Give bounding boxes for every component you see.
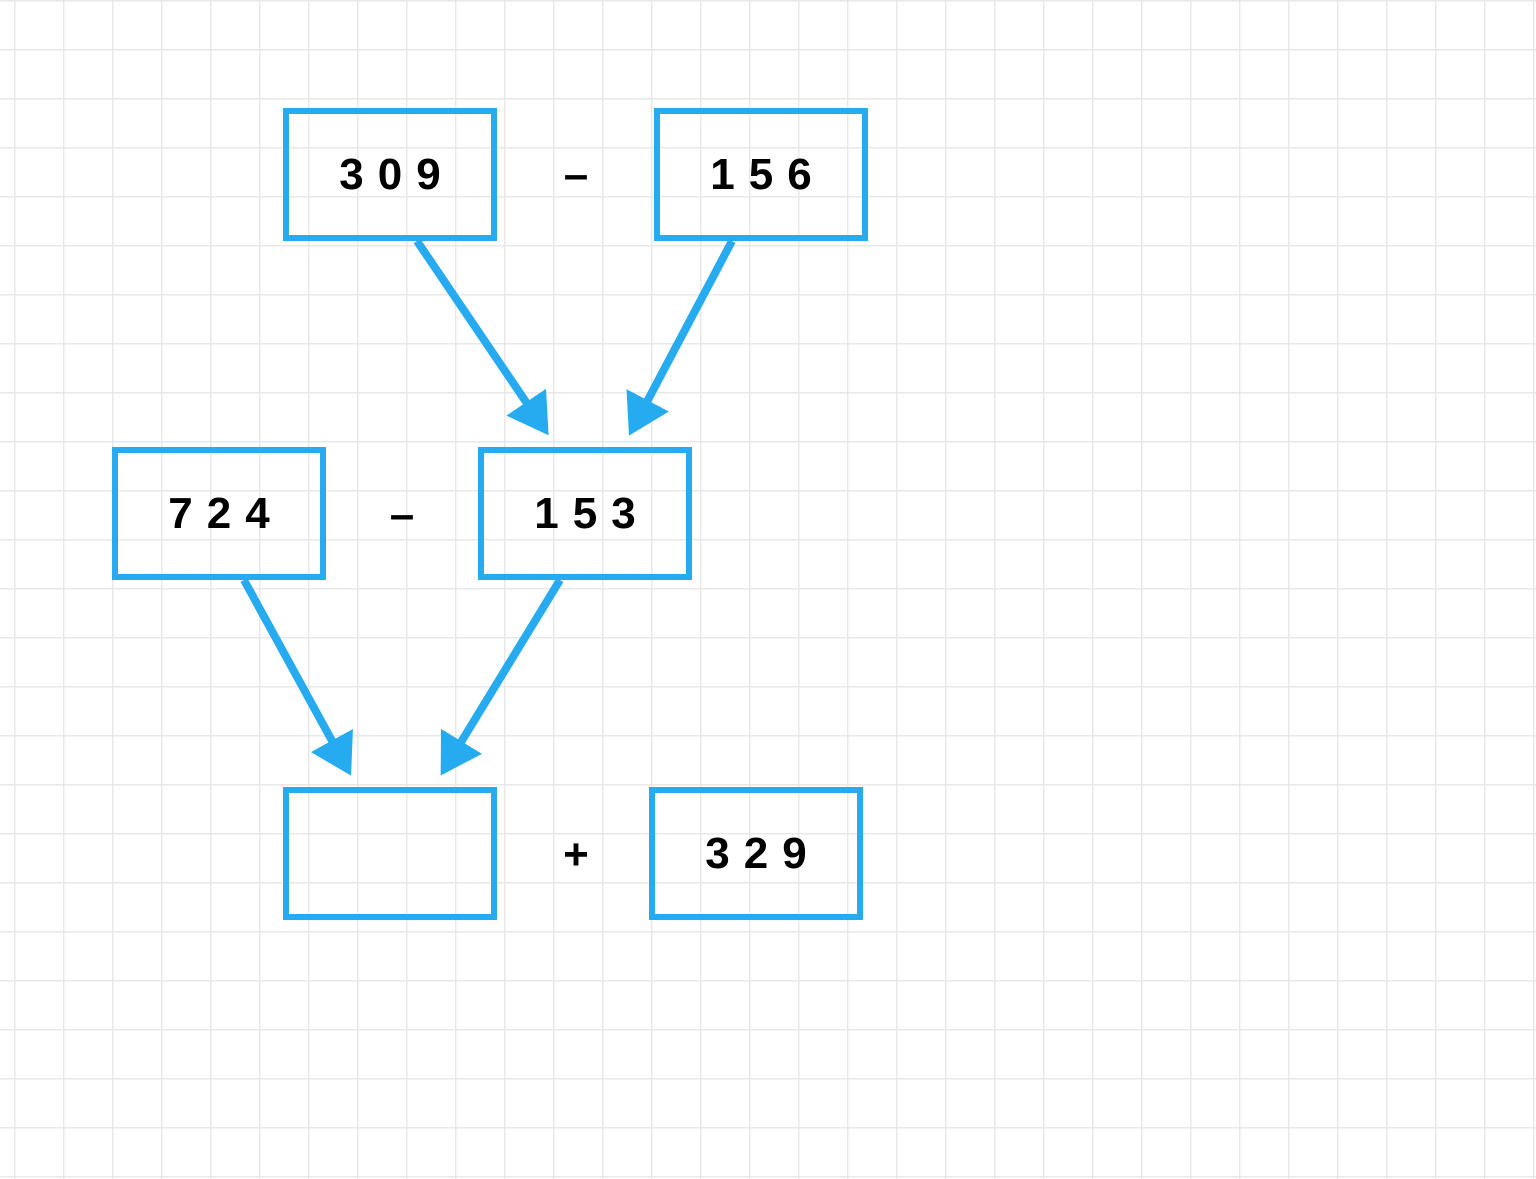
arrow-r1left-to-r2right: [417, 241, 545, 430]
arrow-r2left-to-r3left: [244, 580, 348, 770]
arrow-r2right-to-r3left: [444, 580, 560, 770]
box-row2-left: 724: [112, 447, 326, 580]
value-row2-left: 724: [168, 489, 283, 539]
value-row2-right: 153: [534, 489, 649, 539]
box-row2-right: 153: [478, 447, 692, 580]
box-row3-right: 329: [649, 787, 863, 920]
op-row1: –: [551, 150, 601, 200]
box-row1-right: 156: [654, 108, 868, 241]
box-row3-left: [283, 787, 497, 920]
op-row2: –: [377, 490, 427, 540]
box-row1-left: 309: [283, 108, 497, 241]
arrow-r1right-to-r2right: [632, 241, 732, 430]
value-row1-left: 309: [339, 150, 454, 200]
op-row3: +: [551, 830, 601, 880]
value-row1-right: 156: [710, 150, 825, 200]
value-row3-right: 329: [705, 829, 820, 879]
diagram-canvas: 309 – 156 724 – 153 + 329: [0, 0, 1536, 1179]
